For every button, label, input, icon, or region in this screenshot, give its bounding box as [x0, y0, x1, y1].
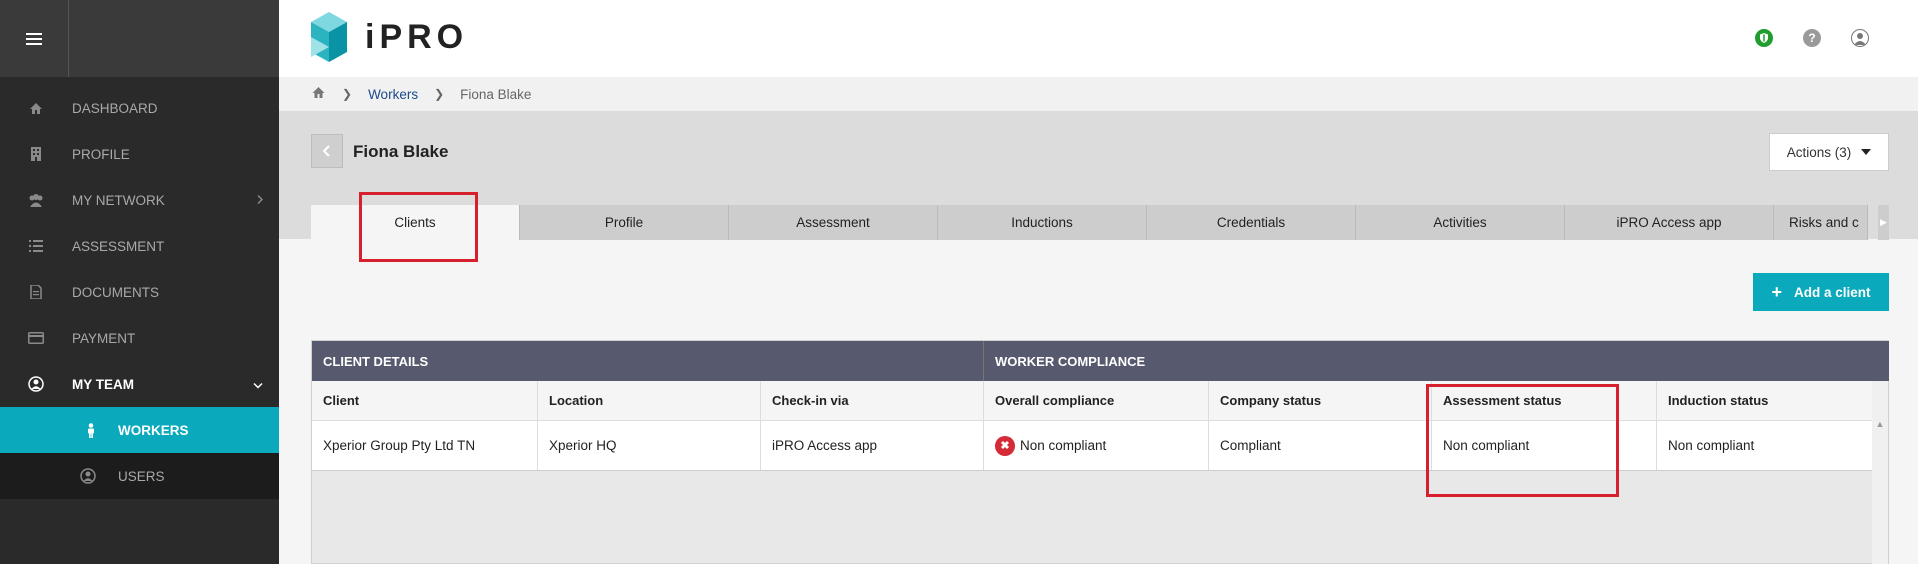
sidebar-item-label: ASSESSMENT	[72, 238, 165, 254]
table-vertical-scrollbar[interactable]: ▲	[1872, 381, 1888, 564]
sidebar-item-my-network[interactable]: MY NETWORK	[0, 177, 279, 223]
column-header-check-in-via[interactable]: Check-in via	[761, 381, 984, 420]
breadcrumb-separator: ❯	[342, 87, 353, 101]
arrow-right-icon: ▶	[1880, 217, 1887, 227]
chevron-down-icon	[253, 377, 263, 392]
sidebar-top	[0, 0, 279, 77]
sidebar-item-label: MY TEAM	[72, 376, 135, 392]
list-icon	[0, 240, 72, 252]
shield-status-icon[interactable]	[1755, 29, 1773, 47]
column-header-induction-status[interactable]: Induction status	[1657, 381, 1880, 420]
top-header: iPRO ?	[279, 0, 1918, 77]
column-header-client[interactable]: Client	[312, 381, 538, 420]
user-circle-icon	[0, 468, 118, 484]
add-client-button[interactable]: + Add a client	[1753, 273, 1889, 311]
column-header-location[interactable]: Location	[538, 381, 761, 420]
hamburger-menu-button[interactable]	[0, 0, 69, 77]
hamburger-icon	[26, 32, 42, 45]
sidebar-item-users[interactable]: USERS	[0, 453, 279, 499]
column-header-company-status[interactable]: Company status	[1209, 381, 1432, 420]
tab-scroll-right-button[interactable]: ▶	[1878, 205, 1889, 240]
document-icon	[0, 285, 72, 299]
breadcrumb-current: Fiona Blake	[460, 86, 532, 102]
error-x-icon: ✖	[995, 435, 1015, 456]
clients-table: CLIENT DETAILS WORKER COMPLIANCE Client …	[311, 340, 1889, 564]
tab-clients[interactable]: Clients	[311, 205, 520, 240]
add-client-label: Add a client	[1794, 284, 1871, 300]
main-content: Fiona Blake Actions (3) Clients Profile …	[279, 111, 1918, 564]
table-row[interactable]: Xperior Group Pty Ltd TN Xperior HQ iPRO…	[312, 421, 1872, 471]
group-header-worker-compliance: WORKER COMPLIANCE	[984, 341, 1889, 381]
tab-profile[interactable]: Profile	[520, 205, 729, 240]
chevron-left-icon	[323, 145, 330, 157]
cell-induction-status: Non compliant	[1668, 438, 1755, 453]
sidebar-item-workers[interactable]: WORKERS	[0, 407, 279, 453]
cell-assessment-status: Non compliant	[1432, 421, 1657, 470]
breadcrumb: ❯ Workers ❯ Fiona Blake	[279, 77, 1918, 111]
cell-overall-compliance: ✖ Non compliant	[984, 421, 1209, 470]
ipro-logo[interactable]: iPRO	[311, 12, 468, 62]
chevron-right-icon	[257, 193, 264, 208]
sidebar-item-label: DOCUMENTS	[72, 284, 159, 300]
sidebar-item-label: PAYMENT	[72, 330, 136, 346]
tab-activities[interactable]: Activities	[1356, 205, 1565, 240]
cell-location: Xperior HQ	[538, 421, 761, 470]
cell-client: Xperior Group Pty Ltd TN	[312, 421, 538, 470]
column-header-assessment-status[interactable]: Assessment status	[1432, 381, 1657, 420]
actions-label: Actions (3)	[1786, 144, 1852, 160]
plus-icon: +	[1771, 282, 1782, 302]
sidebar-item-label: PROFILE	[72, 146, 130, 162]
credit-card-icon	[0, 332, 72, 344]
breadcrumb-separator: ❯	[434, 87, 445, 101]
user-circle-icon	[0, 376, 72, 392]
sidebar-item-payment[interactable]: PAYMENT	[0, 315, 279, 361]
sidebar-item-assessment[interactable]: ASSESSMENT	[0, 223, 279, 269]
cell-company-status: Compliant	[1209, 421, 1432, 470]
building-icon	[0, 147, 72, 161]
cell-check-in-via: iPRO Access app	[761, 421, 984, 470]
sidebar-item-profile[interactable]: PROFILE	[0, 131, 279, 177]
caret-down-icon	[1861, 149, 1872, 155]
group-header-client-details: CLIENT DETAILS	[312, 341, 984, 381]
home-icon	[0, 102, 72, 115]
users-icon	[0, 193, 72, 207]
overall-compliance-value: Non compliant	[1020, 438, 1107, 453]
sidebar-item-dashboard[interactable]: DASHBOARD	[0, 85, 279, 131]
sidebar-item-documents[interactable]: DOCUMENTS	[0, 269, 279, 315]
arrow-up-icon: ▲	[1875, 419, 1885, 429]
sidebar-item-label: MY NETWORK	[72, 192, 165, 208]
logo-cube-icon	[311, 12, 347, 62]
page-title: Fiona Blake	[353, 142, 449, 161]
person-icon	[0, 422, 118, 438]
column-header-overall-compliance[interactable]: Overall compliance	[984, 381, 1209, 420]
help-icon[interactable]: ?	[1803, 29, 1821, 47]
tab-inductions[interactable]: Inductions	[938, 205, 1147, 240]
home-icon[interactable]	[311, 86, 326, 102]
tab-bar: Clients Profile Assessment Inductions Cr…	[311, 205, 1889, 240]
logo-text: iPRO	[365, 17, 469, 56]
table-header-row: Client Location Check-in via Overall com…	[312, 381, 1880, 421]
actions-dropdown-button[interactable]: Actions (3)	[1769, 133, 1889, 171]
tab-credentials[interactable]: Credentials	[1147, 205, 1356, 240]
sidebar-item-label: WORKERS	[118, 422, 189, 438]
account-icon[interactable]	[1851, 29, 1869, 47]
sidebar: DASHBOARD PROFILE MY NETWORK ASSESSMENT …	[0, 0, 279, 564]
tab-ipro-access-app[interactable]: iPRO Access app	[1565, 205, 1774, 240]
sidebar-item-my-team[interactable]: MY TEAM	[0, 361, 279, 407]
back-button[interactable]	[311, 134, 343, 168]
tab-assessment[interactable]: Assessment	[729, 205, 938, 240]
sidebar-item-label: USERS	[118, 468, 165, 484]
sidebar-item-label: DASHBOARD	[72, 100, 158, 116]
tab-risks[interactable]: Risks and c	[1774, 205, 1868, 240]
breadcrumb-workers-link[interactable]: Workers	[368, 87, 418, 102]
